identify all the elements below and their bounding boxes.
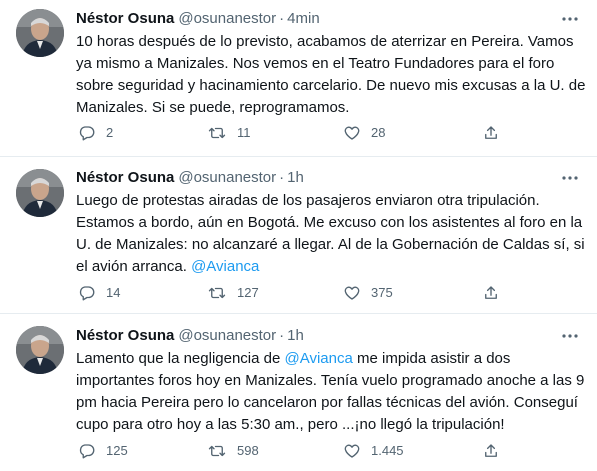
avatar[interactable] <box>16 169 64 217</box>
more-options-icon[interactable] <box>559 327 581 347</box>
tweet-text: Lamento que la negligencia de @Avianca m… <box>76 348 586 436</box>
share-icon <box>485 286 497 299</box>
like-count: 28 <box>371 125 386 140</box>
mention-link[interactable]: @Avianca <box>285 350 353 367</box>
reply-button[interactable]: 125 <box>78 441 128 461</box>
reply-icon <box>79 286 95 301</box>
tweet[interactable]: Néstor Osuna @osunanestor · 1h Lamento que … <box>0 314 597 471</box>
tweet-header: Néstor Osuna @osunanestor · 1h <box>76 168 304 188</box>
heart-icon <box>344 444 360 458</box>
heart-icon <box>344 286 360 300</box>
tweet-text: Luego de protestas airadas de los pasaje… <box>76 190 586 278</box>
author-handle[interactable]: @osunanestor <box>178 10 276 27</box>
avatar[interactable] <box>16 9 64 57</box>
retweet-button[interactable]: 598 <box>207 441 259 461</box>
author-name[interactable]: Néstor Osuna <box>76 327 174 344</box>
timestamp[interactable]: 1h <box>287 327 304 344</box>
reply-count: 125 <box>106 443 128 458</box>
retweet-count: 598 <box>237 443 259 458</box>
author-name[interactable]: Néstor Osuna <box>76 10 174 27</box>
like-button[interactable]: 375 <box>343 283 393 303</box>
share-button[interactable] <box>482 441 500 461</box>
reply-button[interactable]: 2 <box>78 123 113 143</box>
retweet-icon <box>208 445 226 457</box>
retweet-count: 127 <box>237 285 259 300</box>
more-options-icon[interactable] <box>559 169 581 189</box>
timestamp[interactable]: 4min <box>287 10 320 27</box>
timeline: Néstor Osuna @osunanestor · 4min 10 horas d… <box>0 0 597 471</box>
text-segment: Luego de protestas airadas de los pasaje… <box>76 192 585 275</box>
reply-count: 14 <box>106 285 121 300</box>
separator: · <box>279 10 285 27</box>
like-count: 1.445 <box>371 443 404 458</box>
reply-icon <box>79 444 95 459</box>
retweet-button[interactable]: 127 <box>207 283 259 303</box>
reply-count: 2 <box>106 125 114 140</box>
tweet-header: Néstor Osuna @osunanestor · 1h <box>76 326 304 346</box>
share-button[interactable] <box>482 123 500 143</box>
more-options-icon[interactable] <box>559 10 581 30</box>
heart-icon <box>344 126 360 140</box>
tweet-header: Néstor Osuna @osunanestor · 4min <box>76 9 320 29</box>
retweet-icon <box>208 127 226 139</box>
retweet-icon <box>208 287 226 299</box>
avatar[interactable] <box>16 326 64 374</box>
share-icon <box>485 444 497 457</box>
text-segment: Lamento que la negligencia de <box>76 350 285 367</box>
mention-link[interactable]: @Avianca <box>191 258 259 275</box>
author-handle[interactable]: @osunanestor <box>178 169 276 186</box>
separator: · <box>279 327 285 344</box>
retweet-button[interactable]: 11 <box>207 123 251 143</box>
reply-button[interactable]: 14 <box>78 283 120 303</box>
like-count: 375 <box>371 285 393 300</box>
timestamp[interactable]: 1h <box>287 169 304 186</box>
share-button[interactable] <box>482 283 500 303</box>
like-button[interactable]: 1.445 <box>343 441 404 461</box>
reply-icon <box>79 126 95 141</box>
separator: · <box>279 169 285 186</box>
author-name[interactable]: Néstor Osuna <box>76 169 174 186</box>
retweet-count: 11 <box>237 125 251 140</box>
share-icon <box>485 126 497 139</box>
tweet[interactable]: Néstor Osuna @osunanestor · 4min 10 horas d… <box>0 0 597 157</box>
text-segment: 10 horas después de lo previsto, acabamo… <box>76 33 586 116</box>
like-button[interactable]: 28 <box>343 123 385 143</box>
tweet-text: 10 horas después de lo previsto, acabamo… <box>76 31 586 119</box>
author-handle[interactable]: @osunanestor <box>178 327 276 344</box>
tweet[interactable]: Néstor Osuna @osunanestor · 1h Luego de pro… <box>0 157 597 314</box>
